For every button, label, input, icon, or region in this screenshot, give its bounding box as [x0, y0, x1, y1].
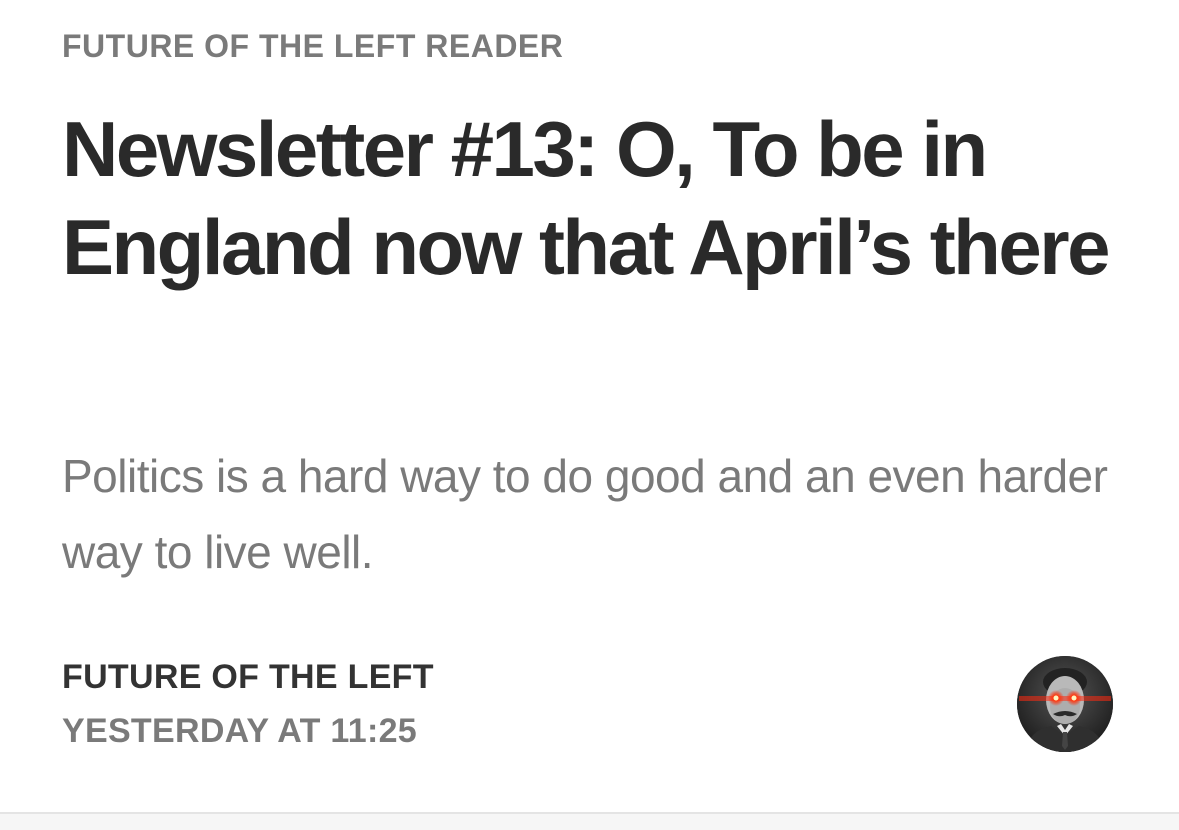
- article-subtitle: Politics is a hard way to do good and an…: [62, 450, 1108, 578]
- author-portrait-laser-eyes-icon: [1017, 656, 1113, 752]
- publication-name[interactable]: FUTURE OF THE LEFT READER: [62, 28, 563, 65]
- section-divider: [0, 812, 1179, 830]
- post-date: YESTERDAY AT 11:25: [62, 712, 417, 750]
- author-avatar[interactable]: [1017, 656, 1113, 752]
- byline: FUTURE OF THE LEFT YESTERDAY AT 11:25: [62, 655, 434, 753]
- article-title[interactable]: Newsletter #13: O, To be in England now …: [62, 100, 1122, 296]
- author-name[interactable]: FUTURE OF THE LEFT: [62, 655, 434, 699]
